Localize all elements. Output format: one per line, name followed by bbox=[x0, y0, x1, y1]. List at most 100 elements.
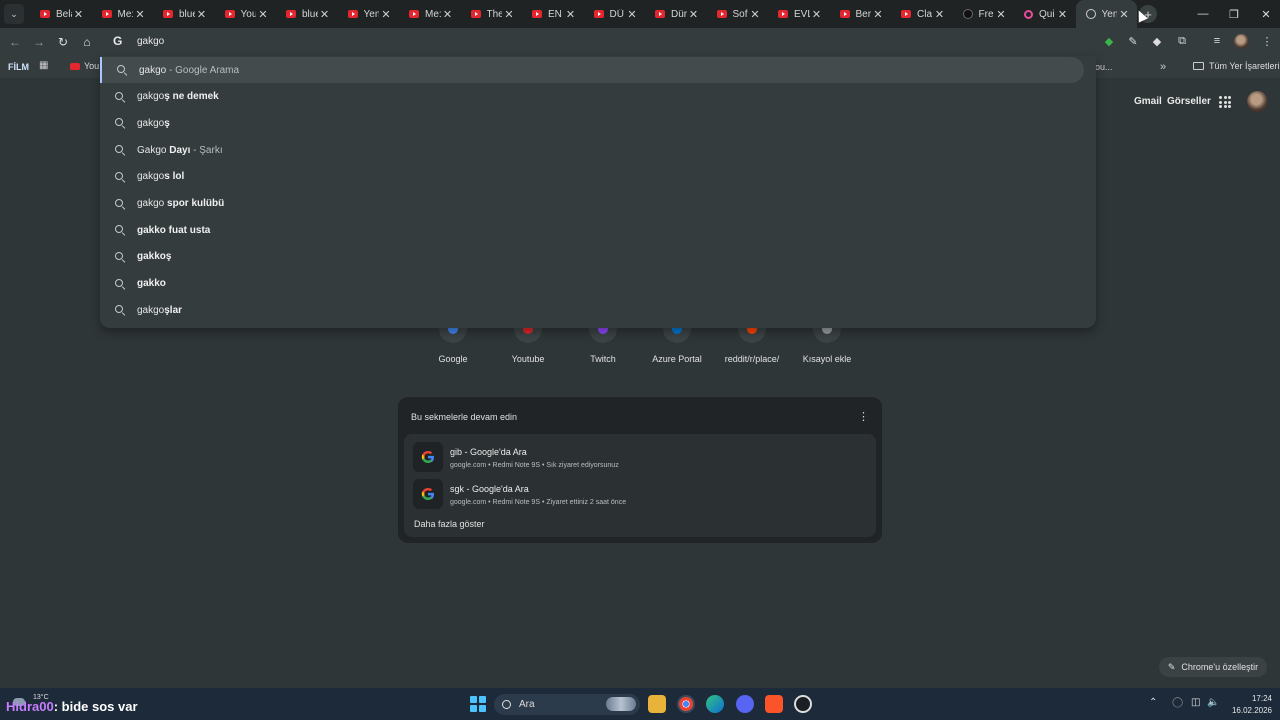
youtube-icon bbox=[778, 10, 788, 18]
tab-title: The bbox=[486, 8, 503, 20]
browser-tab[interactable]: Cla ✕ bbox=[891, 0, 953, 28]
tab-close-icon[interactable]: ✕ bbox=[195, 8, 209, 21]
omnibox-input[interactable]: gakgo bbox=[137, 36, 164, 47]
tab-close-icon[interactable]: ✕ bbox=[748, 8, 762, 21]
restore-icon: ❐ bbox=[1229, 8, 1239, 21]
browser-tab[interactable]: EN ✕ bbox=[522, 0, 584, 28]
reload-icon: ↻ bbox=[57, 35, 69, 49]
tab-close-icon[interactable]: ✕ bbox=[687, 8, 701, 21]
home-button[interactable]: ⌂ bbox=[79, 34, 95, 50]
browser-tab[interactable]: Yen ✕ bbox=[1075, 0, 1137, 28]
images-link[interactable]: Görseller bbox=[1167, 96, 1211, 107]
extensions-puzzle-icon[interactable]: ⧉ bbox=[1175, 34, 1189, 48]
back-button[interactable]: ← bbox=[7, 34, 23, 50]
browser-tab[interactable]: EVL✕ bbox=[768, 0, 830, 28]
arrow-right-icon: → bbox=[33, 35, 45, 49]
youtube-icon bbox=[716, 10, 727, 18]
tray-app-icon[interactable]: ◯ bbox=[1172, 697, 1183, 708]
tab-close-icon[interactable]: ✕ bbox=[1056, 8, 1070, 21]
tab-search-button[interactable]: ⌄ bbox=[4, 4, 24, 24]
tab-close-icon[interactable]: ✕ bbox=[441, 8, 455, 21]
browser-tab[interactable]: You ✕ bbox=[215, 0, 277, 28]
tag-extension-icon[interactable]: ◆ bbox=[1150, 34, 1164, 48]
tab-close-icon[interactable]: ✕ bbox=[871, 8, 885, 21]
suggestion-item[interactable]: gakkoş bbox=[100, 244, 1084, 270]
chrome-icon[interactable] bbox=[677, 695, 695, 713]
browser-tab[interactable]: Me: ✕ bbox=[399, 0, 461, 28]
browser-tab[interactable]: Fre ✕ bbox=[953, 0, 1015, 28]
tab-close-icon[interactable]: ✕ bbox=[564, 8, 578, 21]
taskbar-search-label: Ara bbox=[519, 699, 535, 710]
browser-tab[interactable]: Sof ✕ bbox=[707, 0, 769, 28]
suggestion-item[interactable]: Gakgo Dayı - Şarkı bbox=[100, 137, 1084, 163]
taskbar-clock[interactable]: 17:24 16.02.2026 bbox=[1226, 693, 1272, 717]
browser-tab[interactable]: Yen ✕ bbox=[338, 0, 400, 28]
tab-close-icon[interactable]: ✕ bbox=[256, 8, 270, 21]
card-item[interactable]: gib - Google'da Ara google.com • Redmi N… bbox=[409, 438, 871, 474]
browser-tab[interactable]: Dür ✕ bbox=[645, 0, 707, 28]
media-queue-icon[interactable]: ≡ bbox=[1210, 34, 1224, 48]
tab-close-icon[interactable]: ✕ bbox=[625, 8, 639, 21]
apps-grid-icon[interactable]: ▦ bbox=[39, 60, 48, 71]
suggestion-item[interactable]: gakgo - Google Arama bbox=[100, 57, 1084, 83]
close-window-button[interactable]: ✕ bbox=[1250, 0, 1280, 28]
discord-icon[interactable] bbox=[736, 695, 754, 713]
customize-chrome-button[interactable]: ✎ Chrome'u özelleştir bbox=[1159, 657, 1267, 677]
browser-tab[interactable]: DÜ ✕ bbox=[584, 0, 646, 28]
forward-button[interactable]: → bbox=[31, 34, 47, 50]
tab-title: blue bbox=[179, 8, 195, 20]
card-item[interactable]: sgk - Google'da Ara google.com • Redmi N… bbox=[409, 475, 871, 511]
tab-close-icon[interactable]: ✕ bbox=[502, 8, 516, 21]
search-icon bbox=[502, 700, 511, 709]
browser-tab[interactable]: blue✕ bbox=[153, 0, 215, 28]
tab-close-icon[interactable]: ✕ bbox=[994, 8, 1008, 21]
bookmark-film[interactable]: FİLM bbox=[8, 62, 29, 72]
browser-tab[interactable]: Me: ✕ bbox=[92, 0, 154, 28]
browser-tab[interactable]: The ✕ bbox=[461, 0, 523, 28]
tab-close-icon[interactable]: ✕ bbox=[72, 8, 86, 21]
edge-icon[interactable] bbox=[706, 695, 724, 713]
volume-icon[interactable]: 🔈 bbox=[1207, 697, 1219, 708]
tab-close-icon[interactable]: ✕ bbox=[379, 8, 393, 21]
account-avatar[interactable] bbox=[1247, 91, 1268, 112]
pen-icon[interactable]: ✎ bbox=[1126, 34, 1140, 48]
reload-button[interactable]: ↻ bbox=[55, 34, 71, 50]
tab-title: Ber bbox=[855, 8, 872, 20]
all-bookmarks-button[interactable]: Tüm Yer İşaretleri bbox=[1193, 61, 1280, 71]
tab-close-icon[interactable]: ✕ bbox=[133, 8, 147, 21]
gmail-link[interactable]: Gmail bbox=[1134, 96, 1162, 107]
minimize-button[interactable]: — bbox=[1187, 0, 1219, 28]
shield-extension-icon[interactable]: ◆ bbox=[1102, 34, 1116, 48]
browser-tab[interactable]: blue✕ bbox=[276, 0, 338, 28]
profile-avatar[interactable] bbox=[1234, 34, 1249, 49]
bookmarks-overflow-button[interactable]: » bbox=[1160, 61, 1166, 73]
card-menu-icon[interactable]: ⋮ bbox=[858, 410, 869, 423]
google-apps-icon[interactable] bbox=[1219, 96, 1231, 108]
file-explorer-icon[interactable] bbox=[648, 695, 666, 713]
steam-icon[interactable] bbox=[794, 695, 812, 713]
suggestion-item[interactable]: gakgo şlar bbox=[100, 297, 1084, 323]
suggestion-item[interactable]: gakgo ş ne demek bbox=[100, 84, 1084, 110]
bookmark-truncated[interactable]: ou... bbox=[1095, 62, 1113, 72]
show-more-button[interactable]: Daha fazla göster bbox=[414, 519, 485, 529]
tab-close-icon[interactable]: ✕ bbox=[933, 8, 947, 21]
tab-close-icon[interactable]: ✕ bbox=[1117, 8, 1131, 21]
suggestion-item[interactable]: gakgo spor kulübü bbox=[100, 191, 1084, 217]
bookmark-youtube[interactable]: You bbox=[70, 61, 99, 71]
network-monitor-icon[interactable]: ◫ bbox=[1191, 697, 1200, 708]
suggestion-item[interactable]: gakko fuat usta bbox=[100, 217, 1084, 243]
tab-close-icon[interactable]: ✕ bbox=[318, 8, 332, 21]
suggestion-item[interactable]: gakgo s lol bbox=[100, 164, 1084, 190]
restore-button[interactable]: ❐ bbox=[1218, 0, 1250, 28]
browser-tab[interactable]: Ber ✕ bbox=[830, 0, 892, 28]
browser-tab[interactable]: Qui ✕ bbox=[1014, 0, 1076, 28]
suggestion-item[interactable]: gakko bbox=[100, 271, 1084, 297]
brave-icon[interactable] bbox=[765, 695, 783, 713]
tab-close-icon[interactable]: ✕ bbox=[810, 8, 824, 21]
suggestion-item[interactable]: gakgo ş bbox=[100, 110, 1084, 136]
menu-kebab-icon[interactable]: ⋮ bbox=[1260, 34, 1274, 48]
tray-chevron-up-icon[interactable]: ⌃ bbox=[1149, 697, 1157, 708]
search-highlight-icon bbox=[606, 697, 636, 711]
browser-tab[interactable]: Bela✕ bbox=[30, 0, 92, 28]
windows-start-icon[interactable] bbox=[470, 696, 486, 712]
